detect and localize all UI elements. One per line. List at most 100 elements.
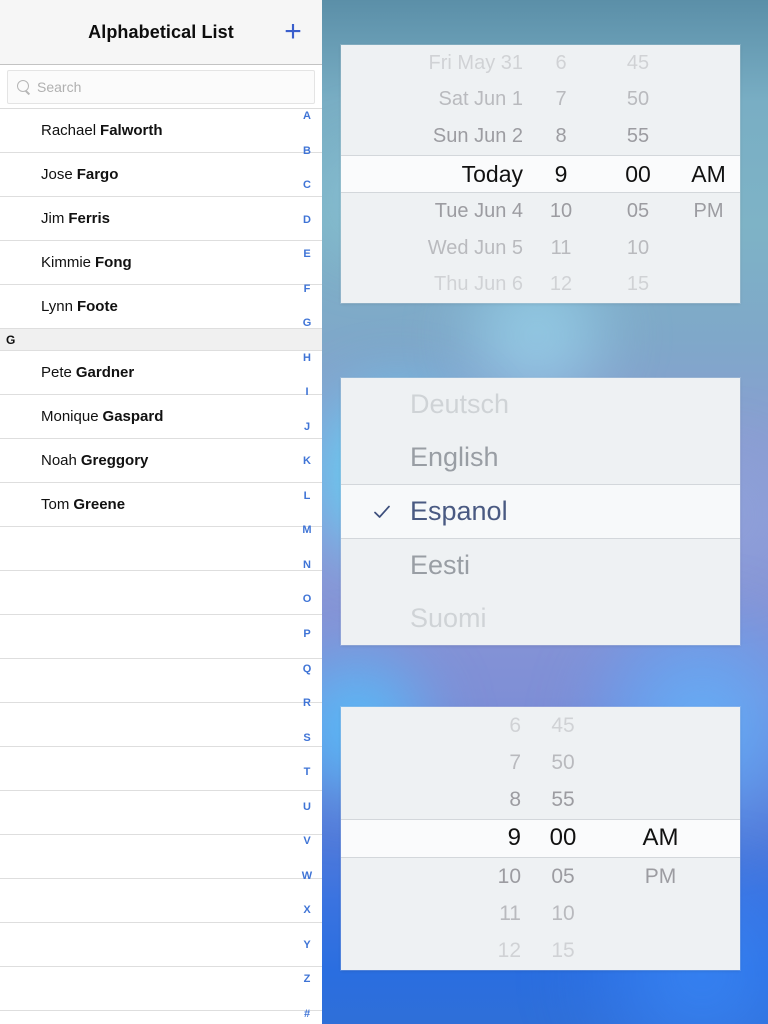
list-item-empty bbox=[0, 879, 322, 923]
index-letter-e[interactable]: E bbox=[296, 249, 318, 260]
search-input[interactable] bbox=[37, 79, 305, 95]
index-letter-o[interactable]: O bbox=[296, 594, 318, 605]
time-hour-value: 9 bbox=[507, 824, 521, 852]
index-letter-z[interactable]: Z bbox=[296, 974, 318, 985]
index-letter-p[interactable]: P bbox=[296, 628, 318, 640]
index-letter-u[interactable]: U bbox=[296, 801, 318, 813]
contact-first-name: Kimmie bbox=[41, 254, 92, 271]
list-item-empty bbox=[0, 967, 322, 1011]
index-letter-b[interactable]: B bbox=[296, 145, 318, 157]
contact-last-name: Ferris bbox=[68, 210, 111, 227]
contact-first-name: Lynn bbox=[41, 298, 73, 315]
language-option-label: Espanol bbox=[410, 496, 508, 526]
date-minute-value: 45 bbox=[626, 51, 650, 74]
time-minute-value: 00 bbox=[549, 824, 577, 852]
list-item-empty bbox=[0, 923, 322, 967]
index-letter-x[interactable]: X bbox=[296, 905, 318, 916]
date-picker-row[interactable]: Sun Jun 2 8 55 bbox=[341, 118, 740, 155]
time-picker-row[interactable]: 10 05 PM bbox=[341, 858, 740, 895]
time-picker-row[interactable]: 12 15 bbox=[341, 933, 740, 970]
table-row[interactable]: Rachael Falworth bbox=[0, 109, 322, 153]
date-day-value: Sun Jun 2 bbox=[432, 124, 523, 147]
time-minute-value: 50 bbox=[551, 750, 575, 774]
language-option[interactable]: English bbox=[341, 431, 740, 484]
table-row[interactable]: Pete Gardner bbox=[0, 351, 322, 395]
time-minute-value: 15 bbox=[551, 939, 575, 963]
index-letter-i[interactable]: I bbox=[296, 387, 318, 398]
table-row[interactable]: Kimmie Fong bbox=[0, 241, 322, 285]
contact-first-name: Jose bbox=[41, 166, 73, 183]
index-letter-h[interactable]: H bbox=[296, 352, 318, 364]
index-letter-l[interactable]: L bbox=[296, 490, 318, 502]
index-letter-g[interactable]: G bbox=[296, 318, 318, 329]
index-letter-k[interactable]: K bbox=[296, 456, 318, 467]
index-letter-r[interactable]: R bbox=[296, 698, 318, 709]
table-row[interactable]: Noah Greggory bbox=[0, 439, 322, 483]
alphabet-index[interactable]: A B C D E F G H I J K L M N O P Q R S T U V W X Y Z # bbox=[292, 109, 322, 1024]
language-option[interactable]: Eesti bbox=[341, 539, 740, 592]
index-letter-f[interactable]: F bbox=[296, 283, 318, 295]
language-option[interactable]: Deutsch bbox=[341, 378, 740, 431]
navigation-bar: Alphabetical List + bbox=[0, 0, 322, 65]
time-hour-value: 7 bbox=[509, 750, 521, 774]
contact-last-name: Greene bbox=[73, 496, 126, 513]
date-picker-row[interactable]: Sat Jun 1 7 50 bbox=[341, 82, 740, 119]
time-ampm-value: AM bbox=[642, 824, 679, 852]
table-row[interactable]: Jim Ferris bbox=[0, 197, 322, 241]
language-option[interactable]: Suomi bbox=[341, 592, 740, 645]
search-field[interactable] bbox=[7, 70, 315, 104]
index-letter-q[interactable]: Q bbox=[296, 663, 318, 675]
search-icon bbox=[17, 80, 31, 94]
contact-first-name: Tom bbox=[41, 496, 70, 513]
date-picker-row[interactable]: Wed Jun 5 11 10 bbox=[341, 230, 740, 267]
date-picker-row[interactable]: Tue Jun 4 10 05 PM bbox=[341, 193, 740, 230]
table-row[interactable]: Lynn Foote bbox=[0, 285, 322, 329]
time-ampm-value: PM bbox=[644, 864, 677, 888]
contact-last-name: Fargo bbox=[76, 166, 119, 183]
index-letter-w[interactable]: W bbox=[296, 870, 318, 882]
index-letter-j[interactable]: J bbox=[296, 421, 318, 433]
contact-last-name: Greggory bbox=[80, 452, 149, 469]
date-day-value: Today bbox=[461, 160, 523, 187]
contact-first-name: Pete bbox=[41, 364, 72, 381]
date-picker-row[interactable]: Thu Jun 6 12 15 bbox=[341, 266, 740, 303]
index-letter-c[interactable]: C bbox=[296, 180, 318, 191]
language-option-selected[interactable]: Espanol bbox=[341, 484, 740, 539]
table-row[interactable]: Jose Fargo bbox=[0, 153, 322, 197]
index-letter-s[interactable]: S bbox=[296, 732, 318, 744]
time-picker-row[interactable]: 7 50 bbox=[341, 744, 740, 781]
language-option-label: Deutsch bbox=[410, 389, 510, 419]
date-minute-value: 00 bbox=[625, 160, 651, 187]
time-picker[interactable]: 6 45 7 50 8 55 9 00 AM 10 05 PM 11 10 12 15 bbox=[341, 707, 740, 970]
date-picker-selected-row[interactable]: Today 9 00 AM bbox=[341, 154, 740, 194]
plus-icon[interactable]: + bbox=[278, 17, 308, 47]
language-option-label: Suomi bbox=[410, 603, 487, 633]
contact-first-name: Monique bbox=[41, 408, 99, 425]
date-hour-value: 8 bbox=[555, 124, 567, 147]
list-item-empty bbox=[0, 571, 322, 615]
time-picker-row[interactable]: 6 45 bbox=[341, 707, 740, 744]
time-hour-value: 11 bbox=[499, 902, 521, 926]
list-item-empty bbox=[0, 747, 322, 791]
search-bar bbox=[0, 65, 322, 109]
contact-first-name: Noah bbox=[41, 452, 77, 469]
index-letter-v[interactable]: V bbox=[296, 836, 318, 847]
table-row[interactable]: Tom Greene bbox=[0, 483, 322, 527]
index-letter-m[interactable]: M bbox=[296, 525, 318, 536]
list-item-empty bbox=[0, 703, 322, 747]
time-picker-row[interactable]: 11 10 bbox=[341, 895, 740, 932]
index-letter-a[interactable]: A bbox=[296, 111, 318, 122]
list-item-empty bbox=[0, 615, 322, 659]
index-letter-t[interactable]: T bbox=[296, 767, 318, 778]
time-picker-row[interactable]: 8 55 bbox=[341, 782, 740, 819]
date-time-picker[interactable]: Fri May 31 6 45 Sat Jun 1 7 50 Sun Jun 2 8 55 Tod… bbox=[341, 45, 740, 303]
date-picker-row[interactable]: Fri May 31 6 45 bbox=[341, 45, 740, 82]
language-picker[interactable]: Deutsch English Espanol Eesti Suomi bbox=[341, 378, 740, 645]
index-letter-hash[interactable]: # bbox=[296, 1008, 318, 1020]
table-row[interactable]: Monique Gaspard bbox=[0, 395, 322, 439]
index-letter-d[interactable]: D bbox=[296, 214, 318, 226]
list-item-empty bbox=[0, 659, 322, 703]
time-picker-selected-row[interactable]: 9 00 AM bbox=[341, 818, 740, 859]
index-letter-y[interactable]: Y bbox=[296, 939, 318, 951]
index-letter-n[interactable]: N bbox=[296, 559, 318, 571]
